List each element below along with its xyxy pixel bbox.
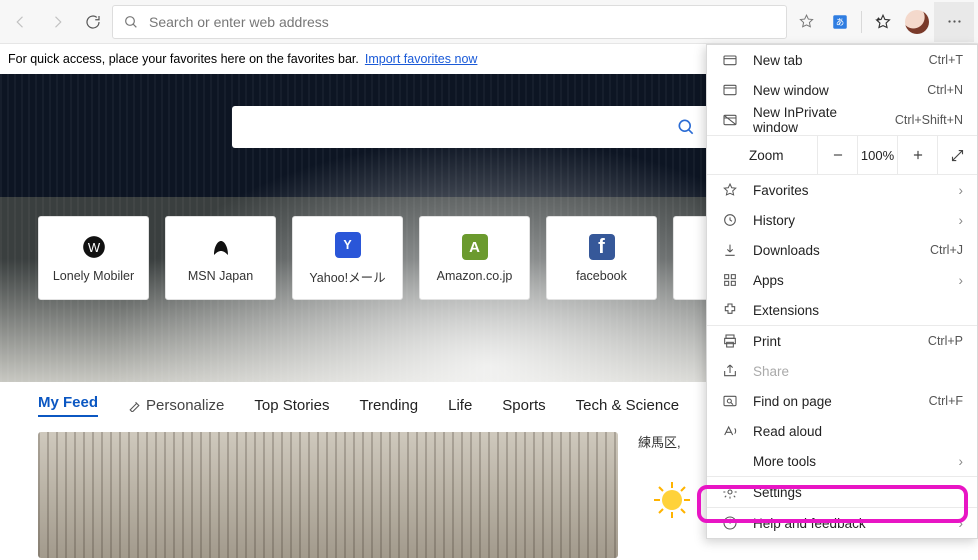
menu-history[interactable]: History › <box>707 205 977 235</box>
site-icon: f <box>588 233 616 261</box>
chevron-right-icon: › <box>959 454 964 469</box>
address-placeholder: Search or enter web address <box>149 14 329 30</box>
search-icon <box>123 14 139 30</box>
feed-article-image[interactable] <box>38 432 618 558</box>
menu-extensions[interactable]: Extensions <box>707 295 977 325</box>
divider <box>861 11 862 33</box>
menu-downloads[interactable]: Downloads Ctrl+J <box>707 235 977 265</box>
feed-tab[interactable]: Top Stories <box>254 397 329 414</box>
gear-icon <box>721 483 739 501</box>
menu-share: Share <box>707 356 977 386</box>
menu-apps[interactable]: Apps › <box>707 265 977 295</box>
menu-more-tools[interactable]: More tools › <box>707 446 977 476</box>
new-tab-search[interactable] <box>232 106 710 148</box>
site-label: facebook <box>576 269 627 283</box>
profile-avatar[interactable] <box>900 5 934 39</box>
settings-menu: New tab Ctrl+T New window Ctrl+N New InP… <box>706 44 978 539</box>
feed-tab[interactable]: Trending <box>359 397 418 414</box>
apps-icon <box>721 271 739 289</box>
fullscreen-button[interactable] <box>937 136 977 174</box>
site-icon: W <box>80 233 108 261</box>
top-site-tile[interactable]: f facebook <box>546 216 657 300</box>
favorites-icon[interactable] <box>866 5 900 39</box>
window-icon <box>721 81 739 99</box>
find-icon <box>721 392 739 410</box>
menu-read-aloud[interactable]: Read aloud <box>707 416 977 446</box>
zoom-level: 100% <box>857 136 897 174</box>
site-label: MSN Japan <box>188 269 253 283</box>
back-button[interactable] <box>4 5 38 39</box>
help-icon <box>721 514 739 532</box>
sun-icon <box>652 480 692 520</box>
site-icon: Y <box>334 231 362 259</box>
site-icon: A <box>461 233 489 261</box>
feed-tab[interactable]: Tech & Science <box>576 397 679 414</box>
history-icon <box>721 211 739 229</box>
print-icon <box>721 332 739 350</box>
menu-find[interactable]: Find on page Ctrl+F <box>707 386 977 416</box>
zoom-out-button[interactable] <box>817 136 857 174</box>
download-icon <box>721 241 739 259</box>
browser-toolbar: Search or enter web address あ <box>0 0 978 44</box>
feed-personalize[interactable]: Personalize <box>128 397 224 414</box>
top-site-tile[interactable]: W Lonely Mobiler <box>38 216 149 300</box>
search-icon <box>676 117 696 137</box>
menu-settings[interactable]: Settings <box>707 477 977 507</box>
weather-location: 練馬区, <box>638 432 681 451</box>
translate-icon[interactable]: あ <box>823 5 857 39</box>
star-icon[interactable] <box>789 5 823 39</box>
menu-zoom: Zoom 100% <box>707 135 977 175</box>
top-site-tile[interactable]: A Amazon.co.jp <box>419 216 530 300</box>
feed-tab[interactable]: Sports <box>502 397 545 414</box>
zoom-in-button[interactable] <box>897 136 937 174</box>
feed-tab[interactable]: Life <box>448 397 472 414</box>
chevron-right-icon: › <box>959 273 964 288</box>
chevron-right-icon: › <box>959 213 964 228</box>
svg-text:W: W <box>87 240 100 255</box>
favbar-text: For quick access, place your favorites h… <box>8 52 359 66</box>
menu-favorites[interactable]: Favorites › <box>707 175 977 205</box>
site-label: Lonely Mobiler <box>53 269 134 283</box>
star-icon <box>721 181 739 199</box>
share-icon <box>721 362 739 380</box>
inprivate-icon <box>721 111 739 129</box>
address-bar[interactable]: Search or enter web address <box>112 5 787 39</box>
svg-text:あ: あ <box>836 18 844 27</box>
menu-help[interactable]: Help and feedback › <box>707 508 977 538</box>
top-site-tile[interactable]: Y Yahoo!メール <box>292 216 403 300</box>
menu-new-window[interactable]: New window Ctrl+N <box>707 75 977 105</box>
menu-new-tab[interactable]: New tab Ctrl+T <box>707 45 977 75</box>
site-label: Amazon.co.jp <box>437 269 513 283</box>
site-label: Yahoo!メール <box>309 267 385 286</box>
feed-tab-active[interactable]: My Feed <box>38 394 98 417</box>
read-aloud-icon <box>721 422 739 440</box>
import-favorites-link[interactable]: Import favorites now <box>365 52 478 66</box>
chevron-right-icon: › <box>959 183 964 198</box>
extensions-icon <box>721 301 739 319</box>
forward-button[interactable] <box>40 5 74 39</box>
top-site-tile[interactable]: MSN Japan <box>165 216 276 300</box>
chevron-right-icon: › <box>959 516 964 531</box>
more-button[interactable] <box>934 2 974 42</box>
top-sites: W Lonely Mobiler MSN Japan Y Yahoo!メール A Amazo… <box>38 216 784 300</box>
new-tab-icon <box>721 51 739 69</box>
menu-print[interactable]: Print Ctrl+P <box>707 326 977 356</box>
refresh-button[interactable] <box>76 5 110 39</box>
site-icon <box>207 233 235 261</box>
menu-inprivate[interactable]: New InPrivate window Ctrl+Shift+N <box>707 105 977 135</box>
